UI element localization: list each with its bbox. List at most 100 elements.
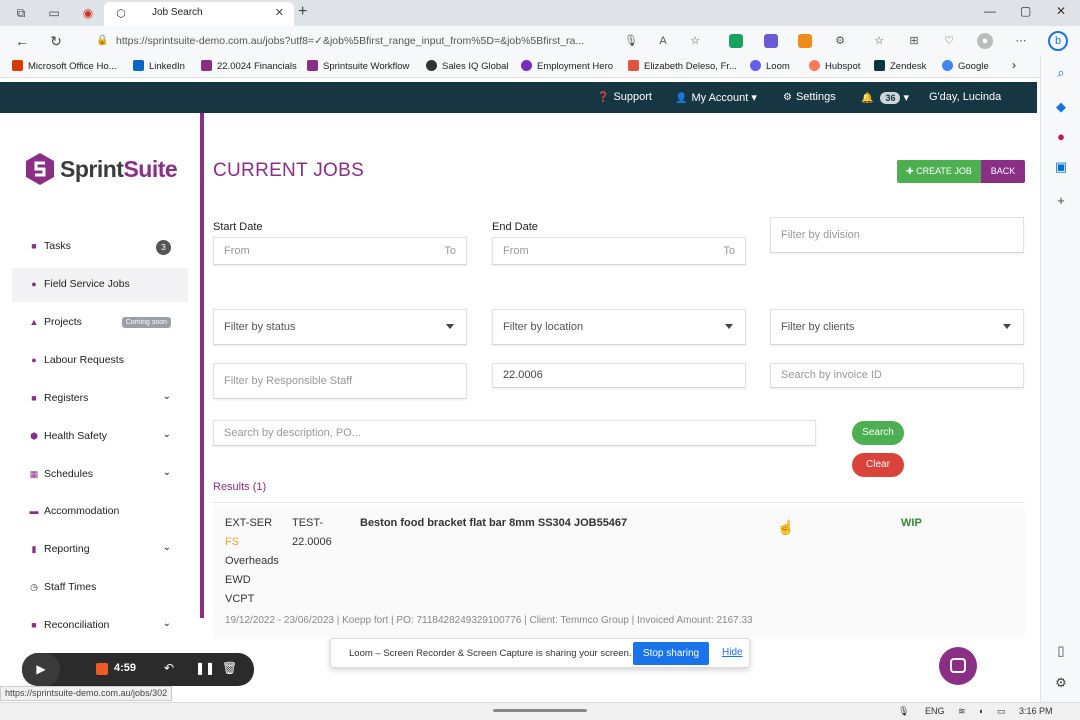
settings-gear-icon[interactable]: ⚙ <box>1052 674 1070 692</box>
tab-job-search[interactable]: ⬡ Job Search ✕ <box>104 2 294 26</box>
caret-down-icon <box>1003 324 1011 329</box>
record-icon[interactable]: ◉ <box>80 5 96 21</box>
microphone-icon[interactable]: 🎙 <box>623 33 639 49</box>
sidebar-item-staff-times[interactable]: ◷ Staff Times <box>12 571 188 605</box>
camera-icon[interactable]: ▶ <box>22 653 60 686</box>
extension-flower-icon[interactable] <box>764 34 778 48</box>
responsible-staff-filter-input[interactable]: Filter by Responsible Staff <box>213 363 467 399</box>
chat-launcher-button[interactable] <box>939 647 977 685</box>
bookmark-item[interactable]: 22.0024 Financials <box>201 60 297 72</box>
search-icon[interactable]: ⌕ <box>1052 64 1070 82</box>
extension-orange-icon[interactable] <box>798 34 812 48</box>
my-account-menu[interactable]: 👤 My Account ▾ <box>675 91 757 104</box>
notifications-menu[interactable]: 🔔 36 ▾ <box>861 91 909 104</box>
bookmark-item[interactable]: Microsoft Office Ho... <box>12 60 117 72</box>
more-menu-icon[interactable]: ⋯ <box>1013 33 1029 49</box>
back-icon[interactable]: ← <box>13 32 31 50</box>
close-window-icon[interactable]: ✕ <box>1056 4 1066 18</box>
bookmark-item[interactable]: Hubspot <box>809 60 860 72</box>
sidebar-item-reporting[interactable]: ▮ Reporting ⌄ <box>12 533 188 567</box>
taskbar-handle[interactable] <box>493 709 587 712</box>
description-search-input[interactable]: Search by description, PO... <box>213 420 816 446</box>
clear-button[interactable]: Clear <box>852 453 904 477</box>
invoice-id-input[interactable]: Search by invoice ID <box>770 363 1024 388</box>
sidebar-item-reconciliation[interactable]: ■ Reconciliation ⌄ <box>12 609 188 643</box>
sidebar-item-accommodation[interactable]: ▬ Accommodation <box>12 495 188 529</box>
settings-link[interactable]: ⚙ Settings <box>783 91 836 103</box>
tab-actions-icon[interactable]: ▭ <box>46 5 62 21</box>
read-aloud-icon[interactable]: A <box>655 33 671 49</box>
sidebar-item-health-safety[interactable]: ⬢ Health Safety ⌄ <box>12 420 188 454</box>
job-status-badge: WIP <box>901 517 922 529</box>
clients-filter-select[interactable]: Filter by clients <box>770 309 1024 345</box>
profile-avatar-icon[interactable]: ● <box>977 33 993 49</box>
undo-icon[interactable]: ↶ <box>164 661 174 675</box>
hide-link[interactable]: Hide <box>722 647 743 658</box>
job-code[interactable]: TEST- <box>292 517 323 529</box>
bookmarks-more-chevron-icon[interactable]: › <box>1012 58 1016 72</box>
new-tab-icon[interactable]: + <box>298 3 307 21</box>
close-tab-icon[interactable]: ✕ <box>275 6 284 19</box>
end-date-range-input[interactable]: From To <box>492 237 746 265</box>
create-job-button[interactable]: ✚ CREATE JOB <box>897 160 981 183</box>
favorite-star-icon[interactable]: ☆ <box>687 33 703 49</box>
maximize-icon[interactable]: ▢ <box>1020 4 1031 18</box>
url-field[interactable]: 🔒 https://sprintsuite-demo.com.au/jobs?u… <box>90 30 618 52</box>
extensions-icon[interactable]: ⚙ <box>832 33 848 49</box>
sidebar-toggle-icon[interactable]: ▯ <box>1052 642 1070 660</box>
page-icon <box>628 60 639 71</box>
search-button[interactable]: Search <box>852 421 904 445</box>
bing-chat-icon[interactable]: b <box>1048 31 1068 51</box>
chevron-down-icon: ⌄ <box>162 467 171 478</box>
pause-icon[interactable]: ❚❚ <box>195 661 215 675</box>
trash-icon[interactable]: 🗑 <box>222 661 237 675</box>
bookmark-item[interactable]: Employment Hero <box>521 60 613 72</box>
sidebar-item-field-service-jobs[interactable]: ● Field Service Jobs <box>12 268 188 302</box>
sidebar-item-registers[interactable]: ■ Registers ⌄ <box>12 382 188 416</box>
language-indicator[interactable]: ENG <box>925 706 945 716</box>
bookmark-item[interactable]: Loom <box>750 60 790 72</box>
tools-icon[interactable]: ● <box>1052 128 1070 146</box>
minimize-icon[interactable]: — <box>984 4 996 18</box>
sidebar-item-tasks[interactable]: ■ Tasks 3 <box>12 230 188 264</box>
stop-recording-button[interactable] <box>96 663 108 675</box>
status-filter-select[interactable]: Filter by status <box>213 309 467 345</box>
bookmark-item[interactable]: LinkedIn <box>133 60 185 72</box>
refresh-icon[interactable]: ↻ <box>47 32 65 50</box>
shopping-tag-icon[interactable]: ◆ <box>1052 98 1070 116</box>
sidebar-item-projects[interactable]: ▲ Projects Coming soon <box>12 306 188 340</box>
job-result-row[interactable]: EXT-SER FS Overheads EWD VCPT TEST- 22.0… <box>213 507 1025 637</box>
bookmark-item[interactable]: Elizabeth Deleso, Fr... <box>628 60 737 72</box>
battery-icon[interactable]: ▭ <box>997 706 1006 717</box>
clock-time[interactable]: 3:16 PM <box>1019 706 1053 716</box>
microphone-icon[interactable]: 🎙 <box>898 706 909 717</box>
browser-essentials-icon[interactable]: ♡ <box>941 33 957 49</box>
back-button[interactable]: BACK <box>981 160 1025 183</box>
extension-green-icon[interactable] <box>729 34 743 48</box>
workspaces-icon[interactable]: ⧉ <box>13 5 29 21</box>
bookmark-item[interactable]: Sprintsuite Workflow <box>307 60 409 72</box>
sidebar-item-label: Projects <box>44 316 82 328</box>
job-number-input[interactable]: 22.0006 <box>492 363 746 388</box>
favorites-icon[interactable]: ☆ <box>871 33 887 49</box>
wifi-icon[interactable]: ≋ <box>958 706 966 717</box>
location-filter-select[interactable]: Filter by location <box>492 309 746 345</box>
bookmark-item[interactable]: Zendesk <box>874 60 926 72</box>
bookmark-item[interactable]: Sales IQ Global <box>426 60 509 72</box>
sidebar-item-schedules[interactable]: ▦ Schedules ⌄ <box>12 458 188 492</box>
job-title[interactable]: Beston food bracket flat bar 8mm SS304 J… <box>360 517 627 529</box>
stop-sharing-button[interactable]: Stop sharing <box>633 642 709 665</box>
division-filter-input[interactable]: Filter by division <box>770 217 1024 253</box>
start-date-range-input[interactable]: From To <box>213 237 467 265</box>
support-link[interactable]: ❓ Support <box>597 91 652 103</box>
add-sidebar-icon[interactable]: + <box>1052 192 1070 210</box>
sidebar-item-labour-requests[interactable]: ● Labour Requests <box>12 344 188 378</box>
volume-icon[interactable]: ◖ <box>978 706 983 716</box>
bookmark-item[interactable]: Google <box>942 60 989 72</box>
chart-icon: ▮ <box>31 544 37 554</box>
chevron-down-icon: ⌄ <box>162 542 171 553</box>
collections-icon[interactable]: ⊞ <box>906 33 922 49</box>
job-code-number[interactable]: 22.0006 <box>292 536 332 548</box>
outlook-icon[interactable]: ▣ <box>1052 158 1070 176</box>
greeting: G'day, Lucinda <box>929 91 1002 103</box>
